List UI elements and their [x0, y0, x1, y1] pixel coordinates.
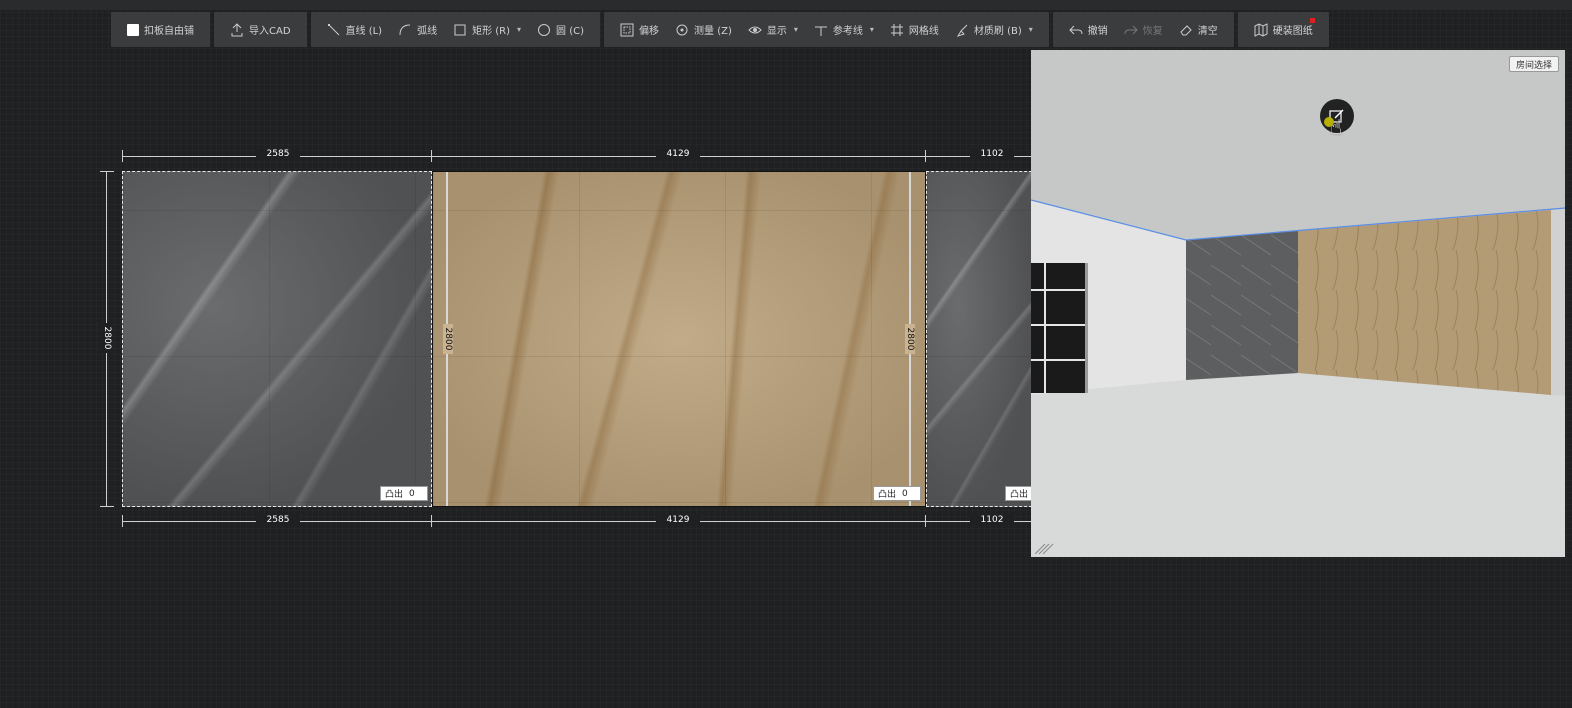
notification-dot	[1309, 18, 1315, 23]
protrude-label: 凸出	[878, 490, 897, 500]
top-band	[0, 0, 1572, 10]
offset-icon	[620, 23, 634, 37]
toolbar-button-label: 导入CAD	[249, 26, 291, 37]
toolbar-button-guide[interactable]: 参考线 ▾	[806, 12, 882, 47]
eraser-icon	[1179, 23, 1193, 37]
toolbar-group: 导入CAD	[214, 12, 307, 47]
dim-tick	[100, 171, 114, 172]
measure-icon	[675, 23, 689, 37]
dim-tick	[122, 515, 123, 527]
hand-cursor-icon: ☝	[1330, 115, 1343, 139]
toolbar-button-line[interactable]: 直线 (L)	[319, 12, 391, 47]
wall-panel-grey-2[interactable]: 凸出	[926, 171, 1032, 507]
toolbar-button-label: 网格线	[908, 26, 939, 37]
protrude-field[interactable]: 凸出 0	[380, 486, 428, 501]
room-select-button[interactable]: 房间选择	[1508, 56, 1559, 72]
bottom-dim-2: 4129	[656, 515, 700, 525]
dim-tick	[122, 150, 123, 162]
dim-tick	[431, 515, 432, 527]
line-icon	[327, 23, 341, 37]
circle-icon	[537, 23, 551, 37]
arc-icon	[398, 23, 412, 37]
chevron-down-icon: ▾	[1028, 25, 1033, 34]
protrude-field[interactable]: 凸出	[1005, 486, 1032, 501]
toolbar-group: 硬装图纸	[1237, 12, 1329, 47]
toolbar-button-label: 撤销	[1087, 26, 1108, 37]
brush-icon	[955, 23, 969, 37]
toolbar-button-undo[interactable]: 撤销	[1061, 12, 1116, 47]
inner-height-dim-left: 2800	[443, 324, 453, 354]
toolbar-button-label: 偏移	[639, 26, 660, 37]
toolbar-button-brush[interactable]: 材质刷 (B) ▾	[947, 12, 1041, 47]
toolbar-button-label: 恢复	[1142, 26, 1163, 37]
toolbar-group: 撤销 恢复 清空	[1052, 12, 1234, 47]
toolbar-button-arc[interactable]: 弧线	[390, 12, 445, 47]
inner-height-dim-right: 2800	[905, 324, 915, 354]
toolbar-button-upload[interactable]: 导入CAD	[222, 12, 299, 47]
toolbar-group: 偏移 测量 (Z) 显示 ▾ 参考线 ▾ 网格线 材质刷 (B) ▾	[604, 12, 1049, 47]
toolbar-button-label: 测量 (Z)	[694, 26, 732, 37]
grid-icon	[890, 23, 904, 37]
dim-tick	[100, 506, 114, 507]
protrude-label: 凸出	[385, 490, 404, 500]
toolbar-button-label: 硬装图纸	[1272, 26, 1313, 37]
chevron-down-icon: ▾	[869, 25, 874, 34]
protrude-value: 0	[409, 488, 415, 499]
toolbar-group: 扣板自由铺	[111, 12, 210, 47]
toolbar-button-label: 材质刷 (B)	[973, 26, 1022, 37]
toolbar-button-measure[interactable]: 测量 (Z)	[667, 12, 740, 47]
protrude-label: 凸出	[1010, 490, 1029, 500]
undo-icon	[1069, 23, 1083, 37]
top-dim-3: 1102	[970, 149, 1014, 159]
protrude-field[interactable]: 凸出 0	[873, 486, 921, 501]
toolbar-button-map[interactable]: 硬装图纸	[1246, 12, 1321, 47]
redo-icon	[1124, 23, 1138, 37]
toolbar-button-label: 参考线	[832, 26, 863, 37]
toolbar-button-rect[interactable]: 矩形 (R) ▾	[445, 12, 529, 47]
dim-tick	[431, 150, 432, 162]
toolbar-button-offset[interactable]: 偏移	[612, 12, 667, 47]
toolbar-button-label: 清空	[1197, 26, 1218, 37]
room-render	[1031, 50, 1565, 557]
bottom-dim-3: 1102	[970, 515, 1014, 525]
toolbar-button-checkbox[interactable]: 扣板自由铺	[119, 12, 202, 47]
top-dim-2: 4129	[656, 149, 700, 159]
eye-icon	[748, 23, 762, 37]
rect-icon	[453, 23, 467, 37]
resize-grip-icon[interactable]	[1035, 542, 1055, 554]
protrude-value: 0	[902, 488, 908, 499]
guide-icon	[814, 23, 828, 37]
toolbar-button-label: 显示	[766, 26, 787, 37]
toolbar-button-eraser[interactable]: 清空	[1171, 12, 1226, 47]
toolbar-button-label: 弧线	[417, 26, 438, 37]
checkbox	[127, 23, 139, 36]
dim-tick	[925, 515, 926, 527]
wall-panel-grey-1[interactable]: 凸出 0	[122, 171, 432, 507]
toolbar-button-label: 直线 (L)	[345, 26, 383, 37]
wall-panel-beige[interactable]: 2800 2800 凸出 0	[432, 171, 926, 507]
left-height-dim: 2800	[102, 323, 112, 353]
chevron-down-icon: ▾	[793, 25, 798, 34]
toolbar-button-redo[interactable]: 恢复	[1116, 12, 1171, 47]
chevron-down-icon: ▾	[517, 25, 522, 34]
toolbar-button-label: 矩形 (R)	[472, 26, 511, 37]
toolbar-button-circle[interactable]: 圆 (C)	[529, 12, 592, 47]
toolbar-button-grid[interactable]: 网格线	[882, 12, 947, 47]
toolbar-button-label: 扣板自由铺	[144, 26, 194, 37]
upload-icon	[230, 22, 244, 37]
map-icon	[1254, 22, 1268, 37]
top-dim-1: 2585	[256, 149, 300, 159]
dim-tick	[925, 150, 926, 162]
toolbar: 扣板自由铺 导入CAD 直线 (L) 弧线 矩形 (R) ▾ 圆 (C) 偏移 测量 (Z) 显示…	[111, 12, 1329, 47]
toolbar-button-eye[interactable]: 显示 ▾	[740, 12, 806, 47]
toolbar-button-label: 圆 (C)	[556, 26, 585, 37]
3d-preview[interactable]: 房间选择 ☝	[1031, 50, 1565, 557]
bottom-dim-1: 2585	[256, 515, 300, 525]
toolbar-group: 直线 (L) 弧线 矩形 (R) ▾ 圆 (C)	[310, 12, 601, 47]
